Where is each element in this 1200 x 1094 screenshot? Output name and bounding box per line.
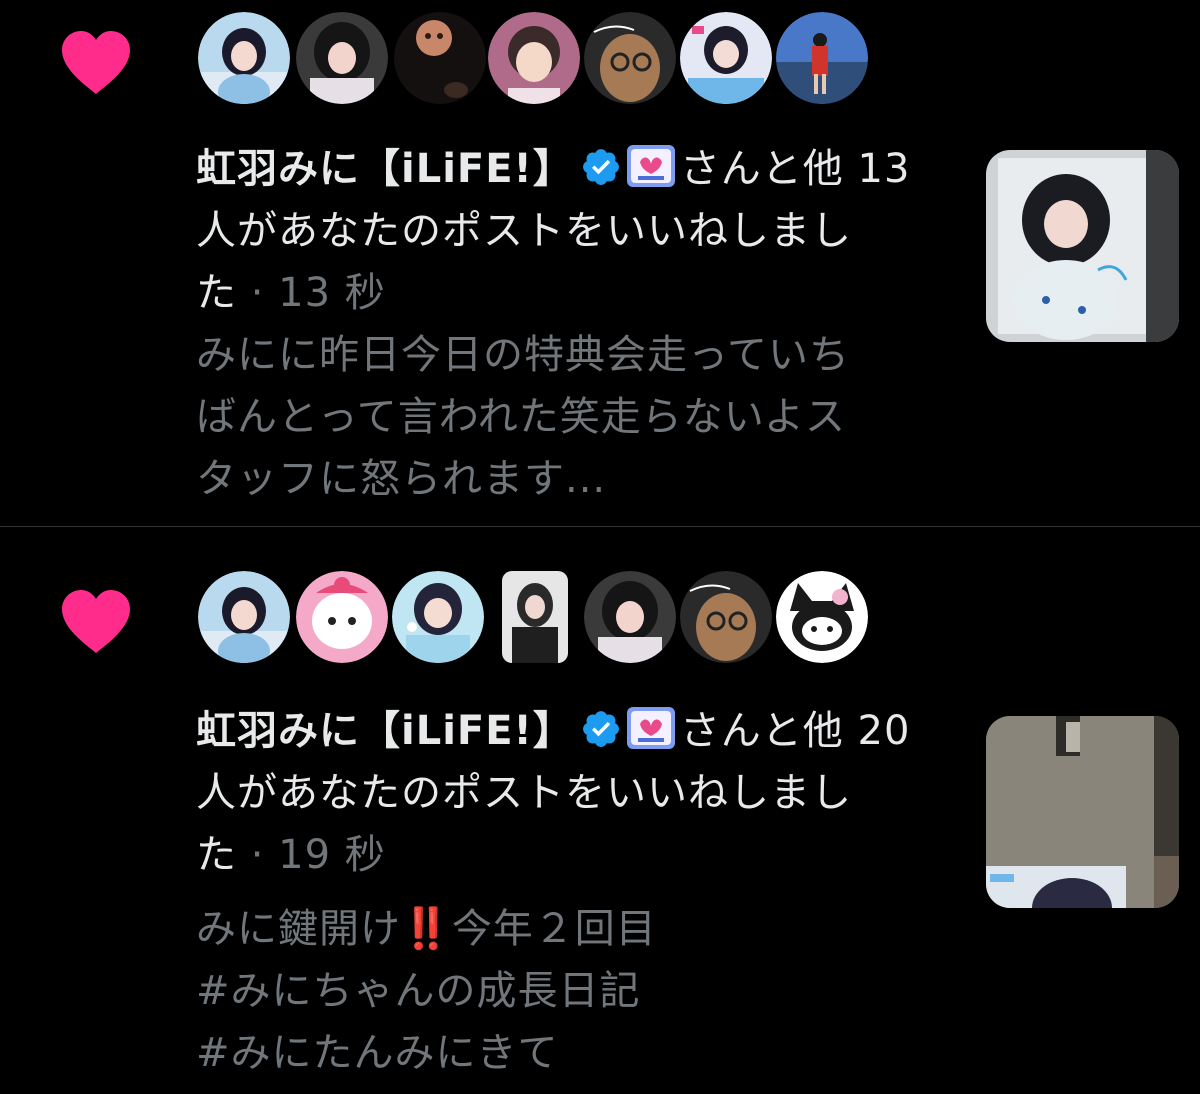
avatar[interactable]	[584, 571, 676, 663]
post-thumbnail[interactable]	[986, 716, 1179, 908]
avatar[interactable]	[584, 12, 676, 104]
hashtag-link[interactable]: #みにたんみにきて	[196, 1022, 936, 1084]
hashtag-link[interactable]: #みにちゃんの成長日記	[196, 960, 936, 1022]
avatar[interactable]	[394, 12, 486, 104]
liker-avatars	[198, 571, 898, 667]
user-name-link[interactable]: 虹羽みに【iLiFE!】	[196, 708, 574, 754]
user-name-link[interactable]: 虹羽みに【iLiFE!】	[196, 146, 574, 192]
avatar[interactable]	[680, 571, 772, 663]
liker-avatars	[198, 12, 898, 108]
post-preview-line: タッフに怒られます...	[196, 456, 607, 502]
ilife-affiliate-icon	[626, 707, 675, 749]
avatar[interactable]	[296, 12, 388, 104]
post-preview-line: みに鍵開け‼️今年２回目	[196, 906, 657, 952]
heart-icon	[62, 31, 130, 94]
avatar[interactable]	[776, 12, 868, 104]
notification-like-1[interactable]: 虹羽みに【iLiFE!】 さんと他 13 人があなたのポストをいいねしまし た …	[0, 0, 1200, 526]
verified-badge-icon	[582, 711, 619, 747]
notification-text: 虹羽みに【iLiFE!】 さんと他 13 人があなたのポストをいいねしまし た …	[196, 138, 936, 510]
avatar[interactable]	[198, 571, 290, 663]
timestamp: 13 秒	[278, 270, 386, 316]
verified-badge-icon	[582, 149, 619, 185]
avatar[interactable]	[392, 571, 484, 663]
avatar[interactable]	[776, 571, 868, 663]
post-thumbnail[interactable]	[986, 150, 1179, 342]
ilife-affiliate-icon	[626, 145, 675, 187]
double-exclamation-emoji: ‼️	[401, 906, 452, 952]
avatar[interactable]	[680, 12, 772, 104]
heart-icon	[62, 590, 130, 653]
avatar[interactable]	[502, 571, 568, 663]
notification-like-2[interactable]: 虹羽みに【iLiFE!】 さんと他 20 人があなたのポストをいいねしまし た …	[0, 527, 1200, 1094]
post-preview-line: みにに昨日今日の特典会走っていち	[196, 332, 850, 378]
notification-text: 虹羽みに【iLiFE!】 さんと他 20 人があなたのポストをいいねしまし た …	[196, 700, 936, 1084]
avatar[interactable]	[198, 12, 290, 104]
avatar[interactable]	[488, 12, 580, 104]
post-preview-line: ばんとって言われた笑走らないよス	[196, 394, 846, 440]
timestamp: 19 秒	[278, 832, 386, 878]
avatar[interactable]	[296, 571, 388, 663]
